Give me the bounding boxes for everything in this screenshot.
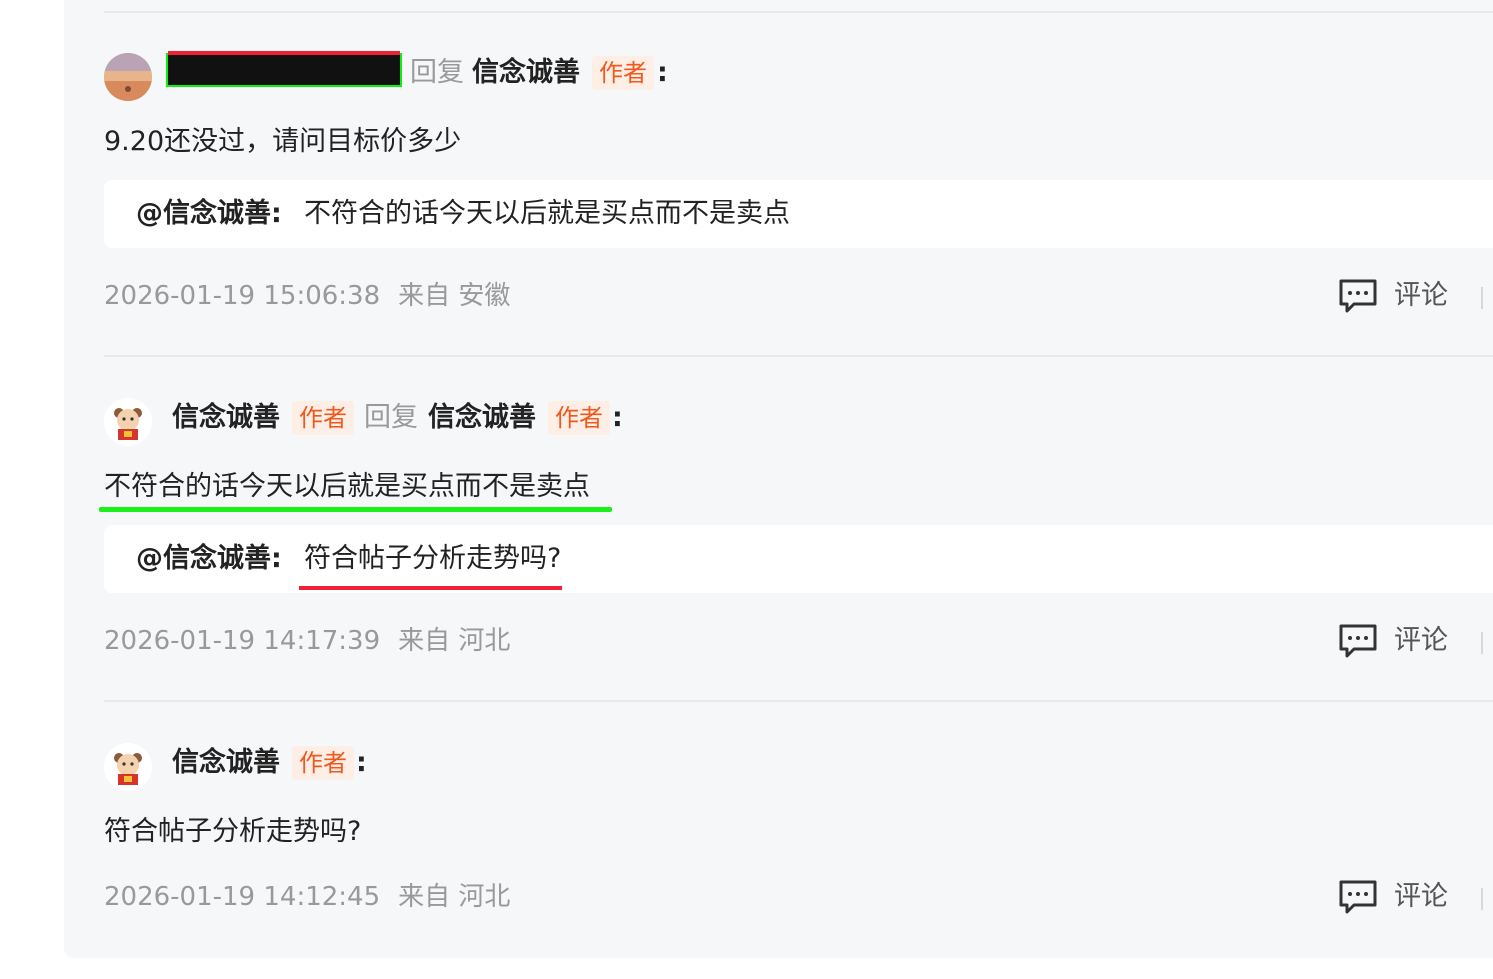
comment-text: 符合帖子分析走势吗? xyxy=(104,816,362,847)
redacted-username xyxy=(166,53,402,87)
comment-meta: 2026-01-19 14:12:45 来自 河北 xyxy=(104,880,510,914)
author-badge: 作者 xyxy=(292,401,354,435)
author-badge: 作者 xyxy=(292,746,354,780)
quote-mention[interactable]: @信念诚善: xyxy=(136,541,282,577)
red-highlight-mark xyxy=(168,51,400,55)
quote-mention[interactable]: @信念诚善: xyxy=(136,196,282,232)
comment-icon xyxy=(1338,879,1378,919)
comment-icon xyxy=(1338,623,1378,663)
action-divider xyxy=(1481,632,1483,654)
action-divider xyxy=(1481,287,1483,309)
comment-label: 评论 xyxy=(1394,881,1448,912)
comment-button[interactable]: 评论 xyxy=(1338,276,1458,316)
green-underline-mark xyxy=(99,507,612,512)
avatar[interactable] xyxy=(104,53,152,101)
username[interactable]: 信念诚善 xyxy=(172,400,280,436)
colon: : xyxy=(612,402,623,433)
comment-label: 评论 xyxy=(1394,625,1448,656)
comment-button[interactable]: 评论 xyxy=(1338,877,1458,917)
comment-button[interactable]: 评论 xyxy=(1338,621,1458,661)
avatar[interactable] xyxy=(104,743,152,791)
timestamp: 2026-01-19 14:17:39 xyxy=(104,626,381,656)
divider xyxy=(104,355,1493,357)
comment-text: 9.20还没过，请问目标价多少 xyxy=(104,126,462,157)
comment-icon xyxy=(1338,278,1378,318)
avatar[interactable] xyxy=(104,398,152,446)
author-badge: 作者 xyxy=(548,401,610,435)
divider xyxy=(104,700,1493,702)
quote-text: 不符合的话今天以后就是买点而不是卖点 xyxy=(304,198,790,229)
reply-to-username[interactable]: 信念诚善 xyxy=(428,400,536,436)
comment-meta: 2026-01-19 14:17:39 来自 河北 xyxy=(104,624,510,658)
colon: : xyxy=(657,57,668,88)
action-divider xyxy=(1481,888,1483,910)
author-badge: 作者 xyxy=(592,56,654,90)
divider xyxy=(104,11,1493,13)
quoted-reply: @信念诚善: 不符合的话今天以后就是买点而不是卖点 xyxy=(104,180,1493,248)
timestamp: 2026-01-19 14:12:45 xyxy=(104,882,381,912)
username[interactable]: 信念诚善 xyxy=(172,745,280,781)
location: 来自 河北 xyxy=(398,626,511,656)
comment-text: 不符合的话今天以后就是买点而不是卖点 xyxy=(104,471,590,502)
reply-label: 回复 xyxy=(364,402,418,433)
reply-to-username[interactable]: 信念诚善 xyxy=(472,55,580,91)
reply-label: 回复 xyxy=(410,57,464,88)
location: 来自 河北 xyxy=(398,882,511,912)
quote-text: 符合帖子分析走势吗? xyxy=(304,543,562,574)
comment-label: 评论 xyxy=(1394,280,1448,311)
colon: : xyxy=(356,747,367,778)
timestamp: 2026-01-19 15:06:38 xyxy=(104,281,381,311)
quoted-reply: @信念诚善: 符合帖子分析走势吗? xyxy=(104,525,1493,593)
comment-meta: 2026-01-19 15:06:38 来自 安徽 xyxy=(104,279,510,313)
red-underline-mark xyxy=(299,586,562,590)
location: 来自 安徽 xyxy=(398,281,511,311)
